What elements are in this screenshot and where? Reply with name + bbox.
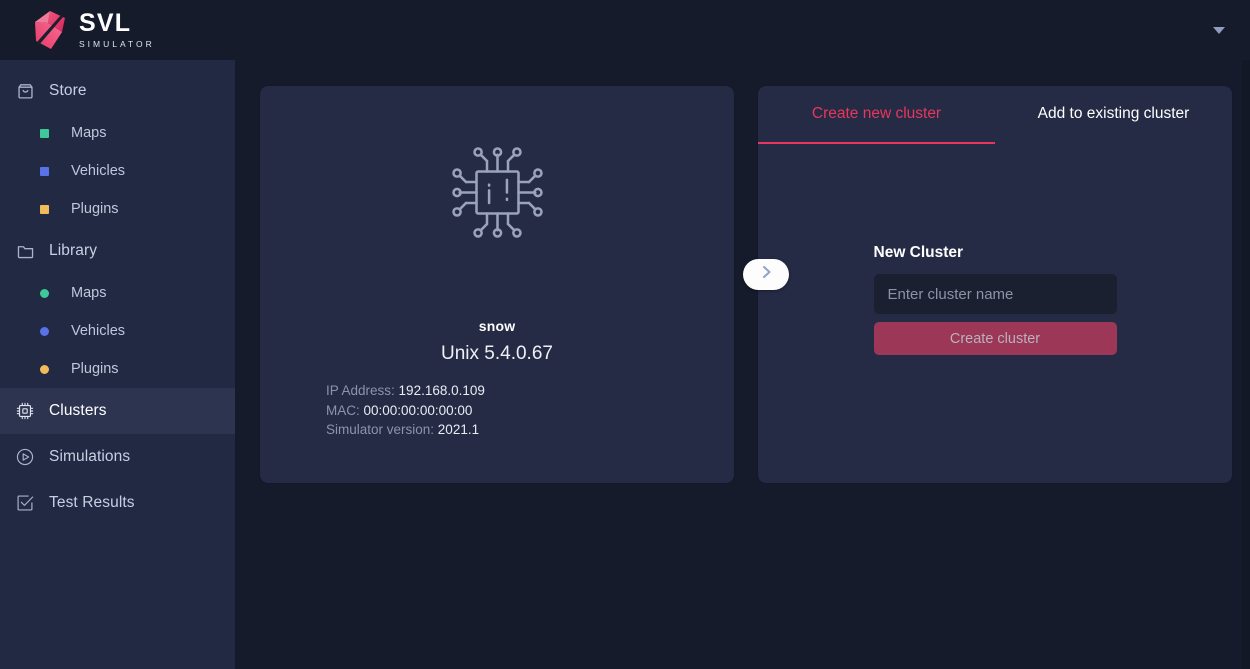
marker-circle-icon — [40, 364, 58, 374]
tab-create-new-cluster[interactable]: Create new cluster — [758, 86, 995, 144]
sidebar-item-store[interactable]: Store — [0, 68, 235, 114]
checkbox-check-icon — [10, 493, 40, 513]
sidebar-item-label: Clusters — [49, 402, 107, 419]
cluster-name-input[interactable] — [873, 274, 1117, 314]
meta-label: Simulator version: — [326, 422, 438, 437]
chevron-down-icon[interactable] — [1206, 17, 1232, 43]
sidebar-subitem-store-maps[interactable]: Maps — [0, 114, 235, 152]
chip-circuit-icon — [445, 140, 550, 250]
store-bag-icon — [10, 82, 40, 101]
panels: snow Unix 5.4.0.67 IP Address: 192.168.0… — [259, 85, 1233, 484]
sidebar-subitem-label: Maps — [71, 285, 107, 301]
meta-label: MAC: — [326, 402, 364, 418]
sidebar-subitem-library-maps[interactable]: Maps — [0, 274, 235, 312]
marker-circle-icon — [40, 288, 58, 298]
sidebar-item-label: Test Results — [49, 494, 135, 511]
sidebar-subitem-label: Plugins — [71, 361, 119, 377]
svl-logo-icon — [32, 10, 68, 50]
node-card[interactable]: snow Unix 5.4.0.67 IP Address: 192.168.0… — [259, 85, 735, 484]
form-title: New Cluster — [873, 244, 964, 261]
sidebar-item-clusters[interactable]: Clusters — [0, 388, 235, 434]
sidebar-item-simulations[interactable]: Simulations — [0, 434, 235, 480]
sidebar-subitem-label: Vehicles — [71, 323, 126, 339]
sidebar-subitem-label: Maps — [71, 125, 107, 141]
sidebar-item-label: Store — [49, 82, 87, 99]
brand: SVL SIMULATOR — [32, 10, 155, 50]
meta-value: 192.168.0.109 — [398, 383, 485, 398]
meta-label: IP Address: — [326, 383, 399, 398]
cluster-form-inner: New Cluster Create cluster — [873, 244, 1117, 355]
brand-text: SVL SIMULATOR — [79, 11, 155, 49]
sidebar-item-label: Simulations — [49, 448, 131, 465]
cluster-panel: Create new cluster Add to existing clust… — [757, 85, 1233, 484]
sidebar-subitem-store-vehicles[interactable]: Vehicles — [0, 152, 235, 190]
sidebar-item-test-results[interactable]: Test Results — [0, 480, 235, 526]
app-header: SVL SIMULATOR — [0, 0, 1250, 60]
meta-row: IP Address: 192.168.0.109 — [326, 381, 734, 401]
tab-add-to-existing-cluster[interactable]: Add to existing cluster — [995, 86, 1232, 144]
sidebar-subitem-label: Vehicles — [71, 163, 126, 179]
main-content: snow Unix 5.4.0.67 IP Address: 192.168.0… — [235, 60, 1250, 669]
right-rail — [1242, 60, 1250, 669]
app-root: SVL SIMULATOR Store Maps Vehicles Plugin… — [0, 0, 1250, 669]
marker-square-icon — [40, 204, 58, 214]
sidebar-subitem-label: Plugins — [71, 201, 119, 217]
move-to-cluster-button[interactable] — [743, 259, 789, 290]
sidebar-item-library[interactable]: Library — [0, 228, 235, 274]
marker-square-icon — [40, 128, 58, 138]
brand-title: SVL — [79, 9, 132, 38]
tab-label: Create new cluster — [811, 105, 942, 122]
chip-icon — [10, 401, 40, 421]
folder-icon — [10, 242, 40, 261]
tab-label: Add to existing cluster — [1037, 105, 1190, 122]
play-circle-icon — [10, 447, 40, 467]
sidebar: Store Maps Vehicles Plugins Library Maps… — [0, 60, 235, 669]
brand-subtitle: SIMULATOR — [79, 39, 155, 50]
chevron-right-icon — [760, 264, 773, 285]
meta-value: 00:00:00:00:00:00 — [363, 402, 473, 418]
marker-square-icon — [40, 166, 58, 176]
node-name: snow — [478, 318, 516, 334]
cluster-form: New Cluster Create cluster — [758, 144, 1232, 483]
sidebar-item-label: Library — [49, 242, 98, 259]
sidebar-subitem-library-plugins[interactable]: Plugins — [0, 350, 235, 388]
cluster-tabs: Create new cluster Add to existing clust… — [758, 86, 1232, 144]
sidebar-subitem-library-vehicles[interactable]: Vehicles — [0, 312, 235, 350]
meta-value: 2021.1 — [437, 422, 480, 437]
marker-circle-icon — [40, 326, 58, 336]
meta-row: MAC: 00:00:00:00:00:00 — [326, 401, 734, 421]
create-cluster-button[interactable]: Create cluster — [873, 322, 1117, 355]
meta-row: Simulator version: 2021.1 — [326, 420, 734, 440]
node-meta: IP Address: 192.168.0.109 MAC: 00:00:00:… — [260, 381, 734, 440]
app-body: Store Maps Vehicles Plugins Library Maps… — [0, 60, 1250, 669]
sidebar-subitem-store-plugins[interactable]: Plugins — [0, 190, 235, 228]
node-os: Unix 5.4.0.67 — [441, 343, 553, 364]
